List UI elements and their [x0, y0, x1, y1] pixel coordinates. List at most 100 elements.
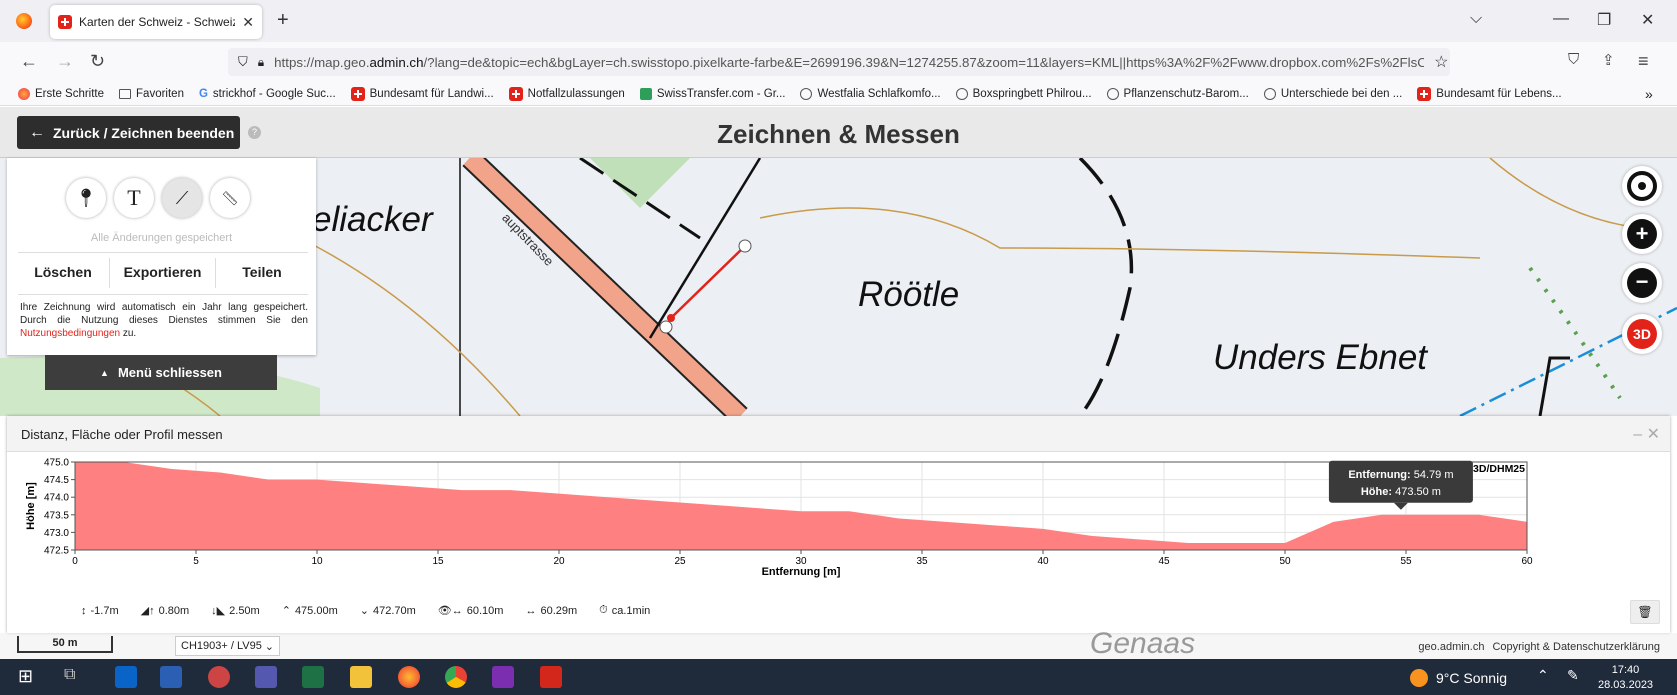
reload-icon[interactable]: ↻: [90, 51, 105, 72]
teams-icon[interactable]: [255, 666, 277, 688]
stat-value: 60.10m: [466, 604, 504, 617]
minimize-panel-icon[interactable]: –: [1633, 426, 1642, 443]
zoom-out-button[interactable]: −: [1622, 263, 1662, 303]
bookmark-item[interactable]: Unterschiede bei den ...: [1263, 87, 1403, 100]
excel-icon[interactable]: [302, 666, 324, 688]
browser-tab-bar: Karten der Schweiz - Schweizerische Eidg…: [0, 0, 1677, 42]
stat-value: 0.80m: [158, 604, 190, 617]
bookmark-item[interactable]: Notfallzulassungen: [508, 86, 625, 101]
bookmark-star-icon[interactable]: ☆: [1434, 52, 1448, 72]
bookmark-label: SwissTransfer.com - Gr...: [656, 87, 786, 100]
restore-icon[interactable]: ❐: [1597, 10, 1611, 30]
bookmark-label: Favoriten: [136, 87, 184, 100]
3d-button[interactable]: 3D: [1622, 314, 1662, 354]
bookmark-item[interactable]: Gstrickhof - Google Suc...: [199, 88, 336, 100]
profile-header: Distanz, Fläche oder Profil messen – ✕: [7, 416, 1670, 452]
taskbar-clock[interactable]: 17:40 28.03.2023: [1598, 663, 1653, 693]
close-window-icon[interactable]: ✕: [1641, 10, 1654, 30]
bookmark-item[interactable]: Pflanzenschutz-Barom...: [1106, 87, 1249, 100]
stat-value: ca.1min: [611, 604, 651, 617]
contour-line: [299, 237, 521, 416]
bookmark-item[interactable]: Favoriten: [119, 88, 184, 100]
minimize-icon[interactable]: —: [1553, 10, 1569, 28]
globe-icon: [1263, 87, 1276, 100]
task-view-icon[interactable]: ⧉: [64, 666, 86, 688]
line-draw-icon: ⟋: [175, 187, 189, 208]
place-label: Röötle: [858, 275, 960, 314]
word-icon[interactable]: [160, 666, 182, 688]
forward-icon[interactable]: →: [56, 51, 74, 72]
geolocation-button[interactable]: [1622, 166, 1662, 206]
back-icon[interactable]: ←: [20, 51, 38, 72]
bookmark-item[interactable]: Boxspringbett Philrou...: [955, 87, 1092, 100]
bookmark-item[interactable]: Bundesamt für Landwi...: [350, 86, 494, 101]
weather-widget[interactable]: 9°C Sonnig: [1410, 669, 1507, 687]
outlook-icon[interactable]: [115, 666, 137, 688]
firefox-icon[interactable]: [16, 13, 32, 29]
info-text: Ihre Zeichnung wird automatisch ein Jahr…: [20, 301, 308, 340]
firefox-icon[interactable]: [398, 666, 420, 688]
x-tick-label: 45: [1158, 556, 1170, 567]
measure-tool-button[interactable]: 📏︎: [210, 178, 250, 218]
ruler-icon: 📏︎: [221, 189, 239, 206]
place-label: Unders Ebnet: [1213, 338, 1428, 377]
shield-icon[interactable]: ⛉: [238, 54, 248, 70]
x-tick-label: 10: [311, 556, 323, 567]
bookmark-item[interactable]: SwissTransfer.com - Gr...: [639, 87, 786, 100]
share-icon[interactable]: ⇪: [1602, 51, 1615, 69]
bookmark-label: Unterschiede bei den ...: [1280, 87, 1403, 100]
marker-tool-button[interactable]: 📍︎: [66, 178, 106, 218]
pen-icon[interactable]: ✎: [1567, 667, 1579, 684]
geo-admin-link[interactable]: geo.admin.ch: [1418, 641, 1484, 653]
menu-icon[interactable]: ≡: [1638, 51, 1649, 72]
share-button[interactable]: Teilen: [216, 254, 308, 290]
chevron-down-icon: ⌄: [264, 640, 274, 653]
url-text[interactable]: https://map.geo.admin.ch/?lang=de&topic=…: [274, 55, 1424, 70]
x-tick-label: 55: [1400, 556, 1412, 567]
snipping-icon[interactable]: [208, 666, 230, 688]
stat-max-height: ⌃ 475.00m: [282, 604, 338, 618]
line-tool-button[interactable]: ⟋: [162, 178, 202, 218]
file-explorer-icon[interactable]: [350, 666, 372, 688]
globe-icon: [800, 87, 813, 100]
text-tool-button[interactable]: T: [114, 178, 154, 218]
delete-button[interactable]: Löschen: [18, 254, 108, 290]
profile-controls: – ✕: [1633, 424, 1660, 444]
lock-icon[interactable]: 🔒︎: [258, 55, 264, 70]
zoom-in-button[interactable]: +: [1622, 214, 1662, 254]
close-menu-button[interactable]: ▲ Menü schliessen: [45, 355, 277, 390]
bookmark-item[interactable]: Westfalia Schlafkomfo...: [800, 87, 941, 100]
browser-nav-bar: ← → ↻ ⛉ 🔒︎ https://map.geo.admin.ch/?lan…: [0, 42, 1677, 82]
close-panel-icon[interactable]: ✕: [1647, 426, 1660, 443]
scale-bar: 50 m: [17, 636, 113, 653]
close-tab-icon[interactable]: ✕: [242, 14, 254, 31]
more-bookmarks-icon[interactable]: »: [1645, 86, 1653, 102]
new-tab-icon[interactable]: +: [277, 9, 289, 32]
export-button[interactable]: Exportieren: [110, 254, 215, 290]
x-tick-label: 60: [1521, 556, 1533, 567]
profile-title: Distanz, Fläche oder Profil messen: [21, 427, 223, 442]
stat-descent: ↓◣ 2.50m: [211, 604, 260, 618]
chevron-up-icon[interactable]: ⌃: [1537, 667, 1549, 684]
windows-start-icon[interactable]: ⊞: [18, 666, 40, 688]
pocket-icon[interactable]: ⛉: [1568, 51, 1579, 68]
browser-tab[interactable]: Karten der Schweiz - Schweizerische Eidg…: [50, 5, 262, 39]
minus-icon: −: [1627, 268, 1657, 298]
min-height-icon: ⌄: [359, 605, 369, 617]
url-bar[interactable]: ⛉ 🔒︎ https://map.geo.admin.ch/?lang=de&t…: [228, 48, 1450, 76]
acrobat-icon[interactable]: [540, 666, 562, 688]
onenote-icon[interactable]: [492, 666, 514, 688]
swiss-icon: [508, 86, 523, 101]
chrome-icon[interactable]: [445, 666, 467, 688]
profile-stats: ↕ -1.7m ◢↑ 0.80m ↓◣ 2.50m ⌃ 475.00m ⌄ 472.70m…: [81, 604, 650, 617]
bookmark-item[interactable]: Bundesamt für Lebens...: [1417, 86, 1562, 101]
copyright-link[interactable]: Copyright & Datenschutzerklärung: [1492, 641, 1660, 653]
terms-link[interactable]: Nutzungsbedingungen: [20, 328, 120, 339]
stat-value: 2.50m: [229, 604, 260, 617]
delete-profile-button[interactable]: 🗑︎: [1630, 600, 1660, 624]
bookmark-item[interactable]: Erste Schritte: [18, 87, 104, 100]
tab-list-icon[interactable]: ⌵: [1470, 10, 1482, 28]
tooltip-distance: Entfernung: 54.79 m: [1348, 469, 1453, 481]
save-status: Alle Änderungen gespeichert: [90, 232, 233, 244]
crs-select[interactable]: CH1903+ / LV95 ⌄: [175, 636, 280, 656]
